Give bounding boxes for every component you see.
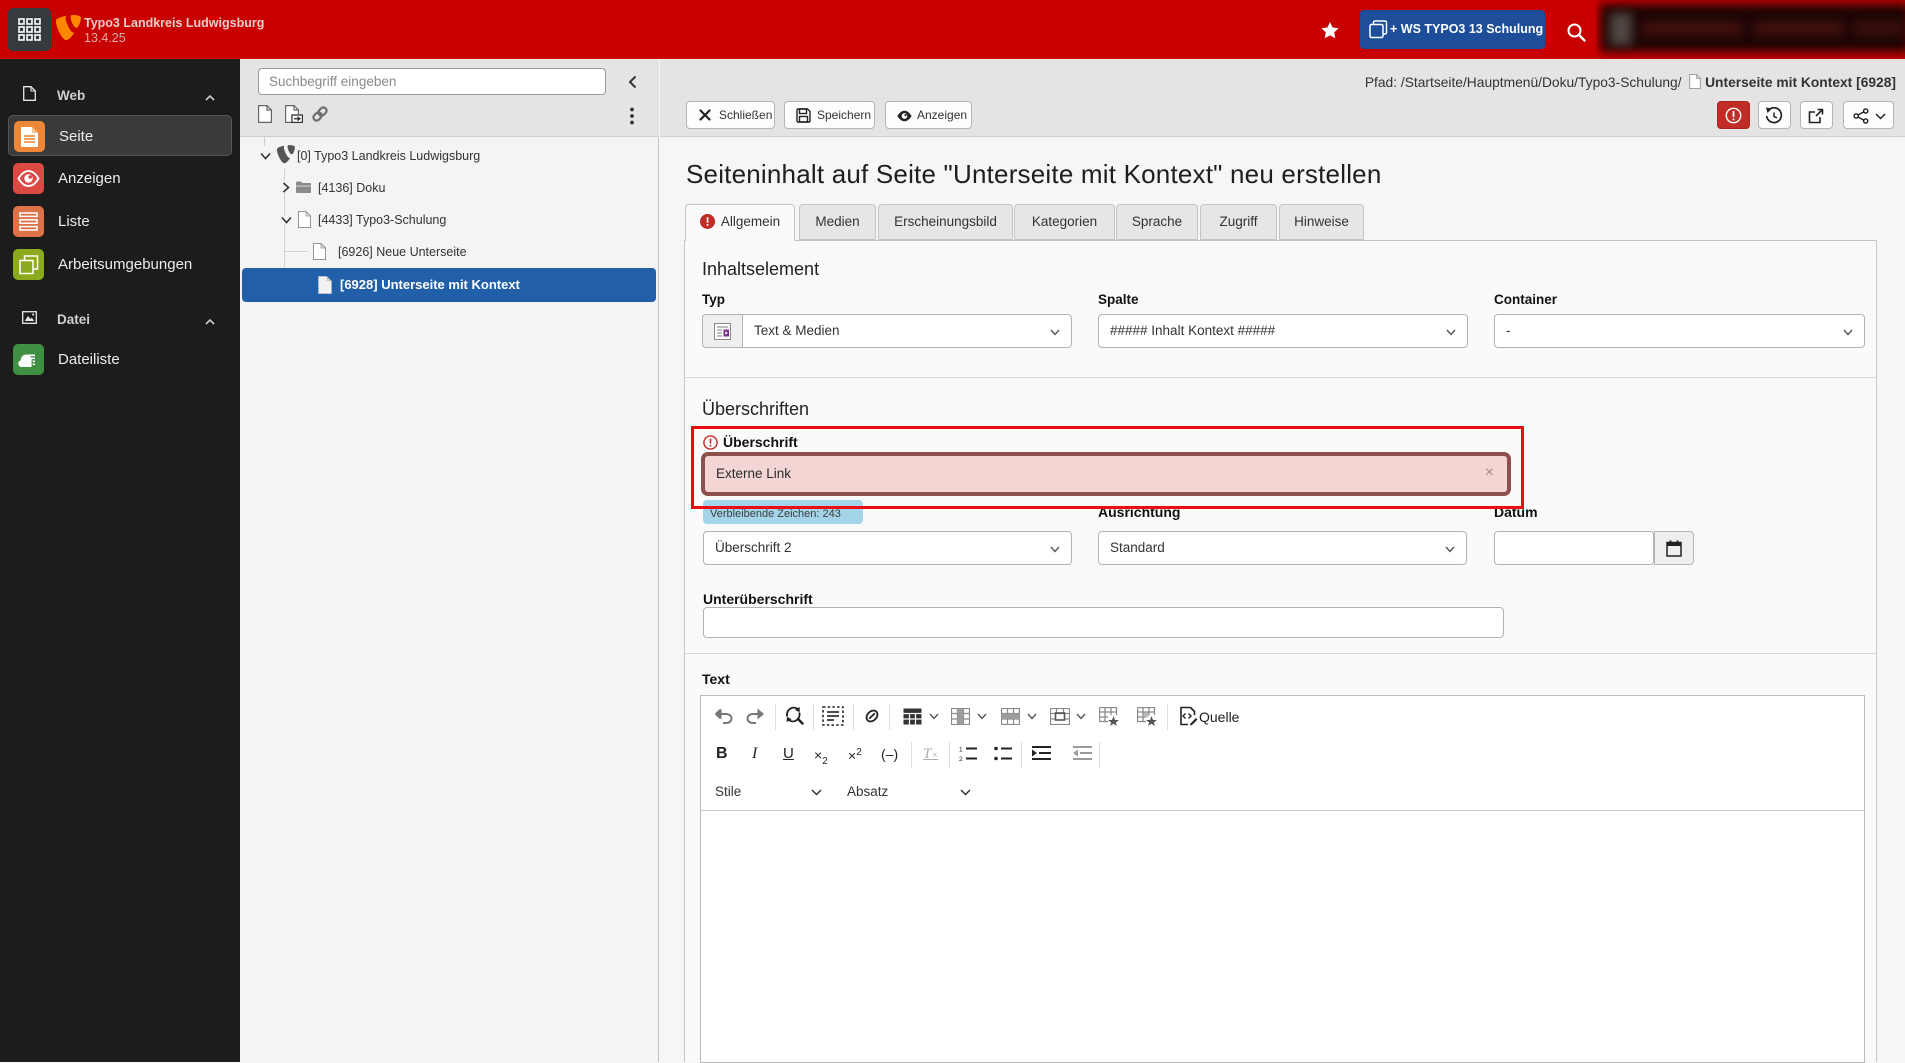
svg-text:1: 1 bbox=[959, 747, 963, 754]
svg-text:2: 2 bbox=[959, 756, 963, 761]
